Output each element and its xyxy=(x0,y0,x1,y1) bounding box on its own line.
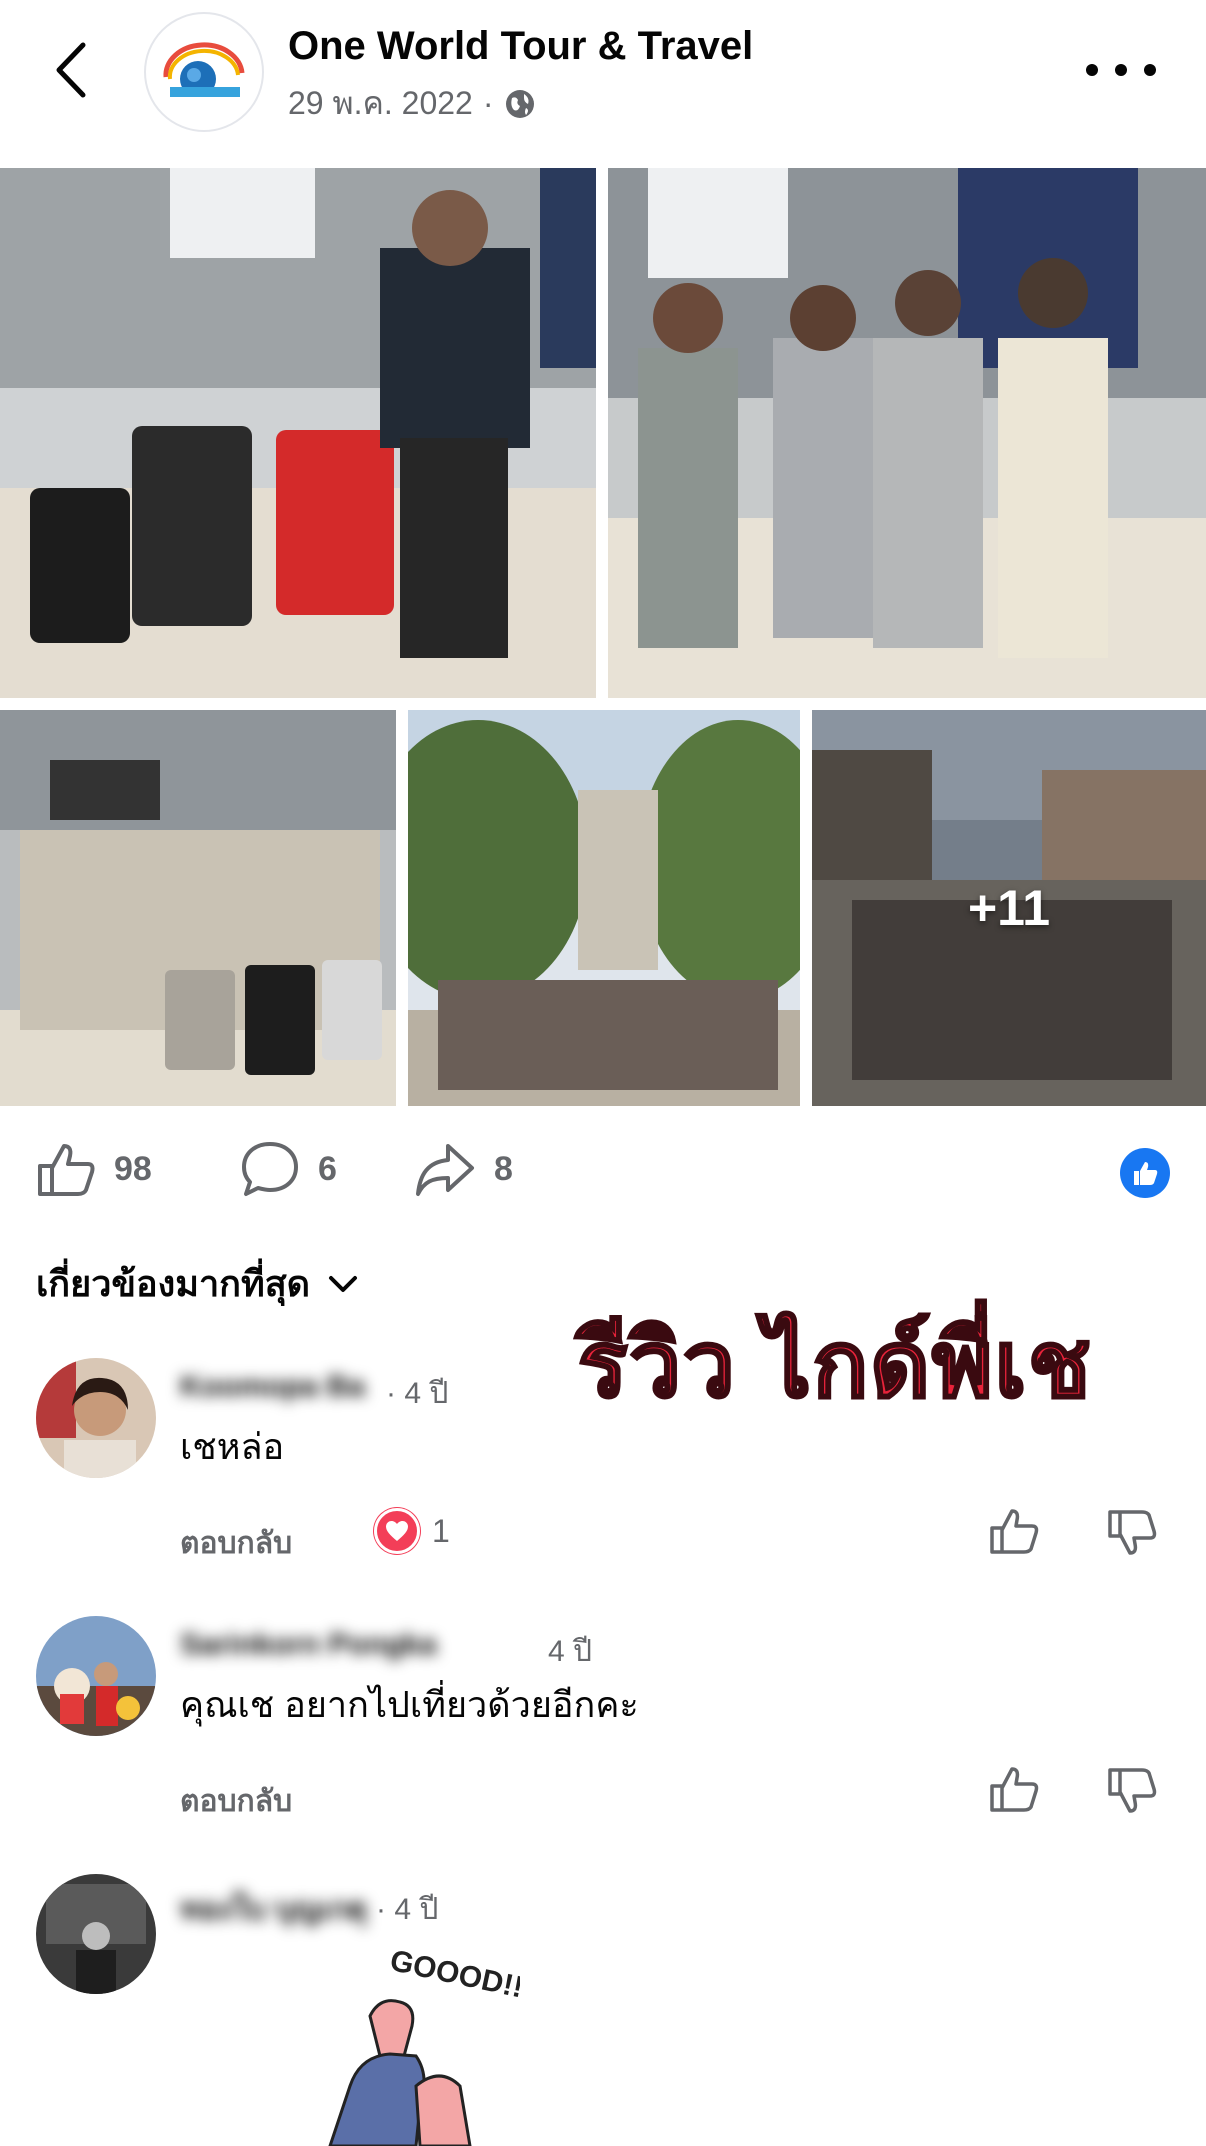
dot-icon xyxy=(1144,64,1156,76)
comment-like-icon[interactable] xyxy=(988,1764,1040,1816)
like-button[interactable]: 98 xyxy=(36,1140,152,1198)
airport-group-photo-image xyxy=(608,168,1206,698)
back-arrow-icon xyxy=(56,42,86,98)
page-name[interactable]: One World Tour & Travel xyxy=(288,24,753,69)
comment-time: · 4 ปี xyxy=(386,1377,449,1410)
commenter-name[interactable]: ทองใบ บุญเกตุ xyxy=(180,1886,367,1933)
comment-time: · 4 ปี xyxy=(376,1893,439,1926)
share-arrow-icon xyxy=(416,1144,474,1196)
comment-text: เชหล่อ xyxy=(180,1426,285,1467)
comment-sticker[interactable]: GOOOD!! xyxy=(320,1936,526,2146)
commenter-name[interactable]: Sarinkorn Pongka xyxy=(180,1628,437,1662)
post-header: One World Tour & Travel 29 พ.ค. 2022 · xyxy=(0,0,1206,165)
thumbs-up-filled-icon xyxy=(1134,1162,1158,1185)
dot-icon xyxy=(1086,64,1098,76)
one-world-logo xyxy=(163,42,245,97)
page-avatar[interactable] xyxy=(144,12,264,132)
sort-label: เกี่ยวข้องมากที่สุด xyxy=(36,1263,311,1304)
share-count: 8 xyxy=(494,1149,513,1188)
comment-dislike-icon[interactable] xyxy=(1106,1764,1158,1816)
comment-item: ทองใบ บุญเกตุ · 4 ปี GOOOD!! xyxy=(0,1874,1206,2146)
heart-reaction-icon xyxy=(374,1508,420,1554)
like-count: 98 xyxy=(114,1149,152,1188)
comment-item: Sarinkorn Pongka 4 ปี คุณเช อยากไปเที่ยว… xyxy=(0,1616,1206,1846)
dot-icon xyxy=(1115,64,1127,76)
comment-reaction[interactable]: 1 xyxy=(374,1508,450,1554)
comment-count: 6 xyxy=(318,1149,337,1188)
commenter-avatar-image xyxy=(36,1616,156,1736)
commenter-avatar[interactable] xyxy=(36,1616,156,1736)
good-sticker-image: GOOOD!! xyxy=(328,1944,526,2146)
chevron-down-icon xyxy=(329,1275,358,1292)
group-airport-photo-image xyxy=(0,710,396,1106)
reaction-count: 1 xyxy=(432,1512,450,1549)
commenter-name[interactable]: Koomopa Ba xyxy=(180,1370,365,1404)
globe-icon xyxy=(505,89,534,118)
post-photo-1[interactable] xyxy=(0,168,596,698)
post-photo-4[interactable] xyxy=(408,710,800,1106)
back-button[interactable] xyxy=(40,30,100,110)
reply-button[interactable]: ตอบกลับ xyxy=(180,1778,292,1825)
airport-photo-image xyxy=(0,168,596,698)
post-meta: 29 พ.ค. 2022 · xyxy=(288,78,536,129)
comment-text: คุณเช อยากไปเที่ยวด้วยอีกคะ xyxy=(180,1684,639,1725)
comment-bubble-icon xyxy=(242,1142,298,1196)
reply-button[interactable]: ตอบกลับ xyxy=(180,1520,292,1567)
post-photo-5[interactable]: +11 xyxy=(812,710,1206,1106)
sticker-text: GOOOD!! xyxy=(387,1944,520,2004)
post-photo-3[interactable] xyxy=(0,710,396,1106)
comment-button[interactable]: 6 xyxy=(240,1140,337,1198)
comment-item: Koomopa Ba · 4 ปี เชหล่อ ตอบกลับ 1 xyxy=(0,1358,1206,1588)
thumbs-up-icon xyxy=(38,1144,95,1196)
milan-square-photo-image xyxy=(408,710,800,1106)
more-options-button[interactable] xyxy=(1086,50,1156,90)
commenter-avatar-image xyxy=(36,1874,156,1994)
comment-time: 4 ปี xyxy=(548,1635,593,1668)
post-photo-2[interactable] xyxy=(608,168,1206,698)
commenter-avatar[interactable] xyxy=(36,1874,156,1994)
like-reaction-badge[interactable] xyxy=(1120,1148,1170,1198)
meta-separator: · xyxy=(482,85,494,121)
comment-sort-dropdown[interactable]: เกี่ยวข้องมากที่สุด xyxy=(36,1255,358,1312)
post-actions-bar: 98 6 8 xyxy=(0,1130,1206,1220)
commenter-avatar[interactable] xyxy=(36,1358,156,1478)
more-photos-count[interactable]: +11 xyxy=(812,710,1206,1106)
comment-dislike-icon[interactable] xyxy=(1106,1506,1158,1558)
comment-like-icon[interactable] xyxy=(988,1506,1040,1558)
post-date[interactable]: 29 พ.ค. 2022 xyxy=(288,78,473,129)
share-button[interactable]: 8 xyxy=(414,1140,513,1198)
commenter-avatar-image xyxy=(36,1358,156,1478)
